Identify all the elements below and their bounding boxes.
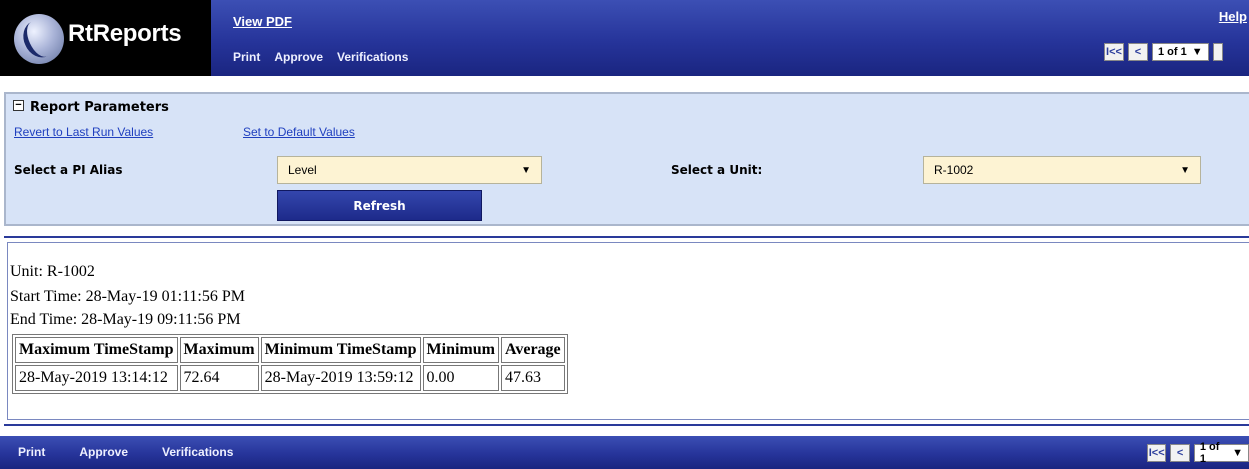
table-cell: 72.64 xyxy=(179,365,259,391)
report-unit: Unit: R-1002 xyxy=(10,263,95,280)
pi-alias-value: Level xyxy=(288,163,317,177)
prev-page-icon[interactable]: < xyxy=(1128,43,1148,61)
report-end-time: End Time: 28-May-19 09:11:56 PM xyxy=(10,311,241,328)
logo-text: RtReports xyxy=(68,20,182,47)
page-select-value: 1 of 1 xyxy=(1199,441,1220,465)
page-select[interactable]: 1 of 1 ▼ xyxy=(1193,441,1249,465)
print-button[interactable]: Print xyxy=(233,50,260,64)
chevron-down-icon: ▼ xyxy=(1191,46,1203,58)
bottom-pager: I<< < 1 of 1 ▼ xyxy=(1147,441,1249,465)
collapse-toggle-icon[interactable]: − xyxy=(13,100,24,111)
chevron-down-icon: ▼ xyxy=(1232,447,1243,459)
logo-emblem-icon xyxy=(14,14,64,64)
print-button[interactable]: Print xyxy=(18,445,45,459)
table-cell: 28-May-2019 13:14:12 xyxy=(15,365,178,391)
top-pager: I<< < 1 of 1 ▼ xyxy=(1104,43,1223,61)
pi-alias-select[interactable]: Level ▼ xyxy=(277,156,542,184)
unit-label: Select a Unit: xyxy=(671,163,763,177)
results-table: Maximum TimeStamp Maximum Minimum TimeSt… xyxy=(12,334,568,394)
approve-button[interactable]: Approve xyxy=(274,50,323,64)
table-cell: 47.63 xyxy=(500,365,565,391)
top-toolbar: Print Approve Verifications xyxy=(233,50,408,64)
report-start-time: Start Time: 28-May-19 01:11:56 PM xyxy=(10,288,245,305)
bottom-toolbar-bar: Print Approve Verifications I<< < 1 of 1… xyxy=(0,436,1249,469)
approve-button[interactable]: Approve xyxy=(79,445,128,459)
column-header: Minimum TimeStamp xyxy=(260,337,421,363)
report-frame xyxy=(4,236,1249,426)
report-parameters-panel: − Report Parameters Revert to Last Run V… xyxy=(4,92,1249,226)
unit-select[interactable]: R-1002 ▼ xyxy=(923,156,1201,184)
first-page-icon[interactable]: I<< xyxy=(1147,444,1167,462)
table-cell: 28-May-2019 13:59:12 xyxy=(260,365,421,391)
next-page-icon[interactable] xyxy=(1212,43,1223,61)
pi-alias-label: Select a PI Alias xyxy=(14,163,123,177)
top-header: RtReports View PDF Help Print Approve Ve… xyxy=(0,0,1249,76)
chevron-down-icon: ▼ xyxy=(521,164,531,176)
table-cell: 0.00 xyxy=(422,365,499,391)
view-pdf-link[interactable]: View PDF xyxy=(233,14,292,29)
params-title: Report Parameters xyxy=(30,100,169,115)
table-header-row: Maximum TimeStamp Maximum Minimum TimeSt… xyxy=(15,337,565,363)
help-link[interactable]: Help xyxy=(1219,9,1247,24)
verifications-button[interactable]: Verifications xyxy=(162,445,233,459)
revert-last-run-link[interactable]: Revert to Last Run Values xyxy=(14,125,153,139)
set-default-values-link[interactable]: Set to Default Values xyxy=(243,125,355,139)
bottom-toolbar: Print Approve Verifications xyxy=(18,445,233,459)
verifications-button[interactable]: Verifications xyxy=(337,50,408,64)
column-header: Minimum xyxy=(422,337,499,363)
column-header: Maximum xyxy=(179,337,259,363)
rtreports-logo: RtReports xyxy=(0,0,211,76)
prev-page-icon[interactable]: < xyxy=(1170,444,1190,462)
refresh-button[interactable]: Refresh xyxy=(277,190,482,221)
first-page-icon[interactable]: I<< xyxy=(1104,43,1124,61)
chevron-down-icon: ▼ xyxy=(1180,164,1190,176)
column-header: Maximum TimeStamp xyxy=(15,337,178,363)
table-row: 28-May-2019 13:14:12 72.64 28-May-2019 1… xyxy=(15,365,565,391)
unit-value: R-1002 xyxy=(934,163,974,177)
page-select[interactable]: 1 of 1 ▼ xyxy=(1152,43,1209,61)
column-header: Average xyxy=(500,337,565,363)
page-select-value: 1 of 1 xyxy=(1158,46,1187,58)
